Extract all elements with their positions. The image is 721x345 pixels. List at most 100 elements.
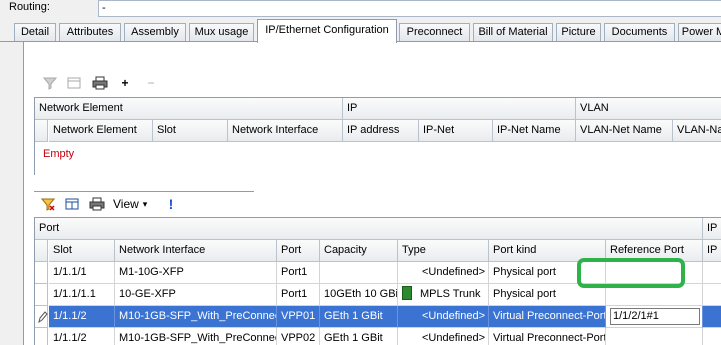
grid-group-header: Port IP [35, 218, 721, 240]
cell-reference-port[interactable] [606, 328, 703, 345]
printer-icon[interactable] [88, 195, 106, 213]
cell-capacity[interactable]: GEth 1 GBit [320, 306, 398, 328]
cell-network-interface[interactable]: M10-1GB-SFP_With_PreConnect [115, 306, 277, 328]
col-ip[interactable]: IP [703, 240, 721, 262]
table-row[interactable]: 1/1.1/1.1 10-GE-XFP Port1 10GEth 10 GBit… [35, 284, 721, 306]
cell-port[interactable]: Port1 [277, 284, 320, 306]
table-row-selected[interactable]: 1/1.1/2 M10-1GB-SFP_With_PreConnect VPP0… [35, 306, 721, 328]
grid-column-header: Network Element Slot Network Interface I… [35, 120, 721, 142]
col-slot[interactable]: Slot [153, 120, 228, 142]
col-ip-net-name[interactable]: IP-Net Name [493, 120, 576, 142]
cell-type[interactable]: <Undefined> [398, 306, 489, 328]
table-row[interactable]: 1/1.1/1 M1-10G-XFP Port1 <Undefined> Phy… [35, 262, 721, 284]
grid-group-header: Network Element IP VLAN [35, 98, 721, 120]
reference-port-editor[interactable]: 1/1/2/1#1 [610, 308, 700, 325]
col-slot[interactable]: Slot [49, 240, 115, 262]
pencil-icon [38, 311, 48, 324]
cell-type[interactable]: <Undefined> [398, 262, 489, 284]
cell-ip[interactable] [703, 262, 721, 284]
tab-picture[interactable]: Picture [556, 23, 601, 41]
group-vlan: VLAN [576, 98, 721, 120]
cell-network-interface[interactable]: M1-10G-XFP [115, 262, 277, 284]
cell-reference-port[interactable] [606, 284, 703, 306]
cell-capacity[interactable]: 10GEth 10 GBit [320, 284, 398, 306]
add-button[interactable]: + [118, 74, 132, 92]
upper-toolbar: + − [34, 71, 234, 95]
group-ip: IP [703, 218, 721, 240]
remove-button[interactable]: − [144, 74, 158, 92]
cell-slot[interactable]: 1/1.1/1.1 [49, 284, 115, 306]
tab-power-m[interactable]: Power M [678, 23, 721, 41]
cell-reference-port[interactable] [606, 262, 703, 284]
row-selector[interactable] [35, 262, 48, 284]
cell-port-kind[interactable]: Virtual Preconnect-Port [489, 306, 606, 328]
col-ip-address[interactable]: IP address [343, 120, 419, 142]
row-selector-header [35, 240, 48, 262]
group-port: Port [35, 218, 703, 240]
printer-icon[interactable] [91, 74, 109, 92]
tab-assembly[interactable]: Assembly [124, 23, 186, 41]
lower-toolbar: View ▾ ! [34, 191, 254, 215]
row-selector[interactable] [35, 328, 48, 345]
cell-port-kind[interactable]: Physical port [489, 284, 606, 306]
cell-network-interface[interactable]: 10-GE-XFP [115, 284, 277, 306]
row-selector[interactable] [35, 306, 48, 328]
cell-slot[interactable]: 1/1.1/1 [49, 262, 115, 284]
filter-icon[interactable] [42, 74, 58, 92]
cell-network-interface[interactable]: M10-1GB-SFP_With_PreConnect [115, 328, 277, 345]
empty-text: Empty [43, 148, 75, 160]
col-reference-port[interactable]: Reference Port [606, 240, 703, 262]
chevron-down-icon: ▾ [142, 198, 148, 209]
grid-column-header: Slot Network Interface Port Capacity Typ… [35, 240, 721, 262]
col-vlan-name[interactable]: VLAN-Nar [673, 120, 721, 142]
mpls-trunk-icon [402, 286, 412, 300]
routing-row: Routing: - [0, 0, 721, 18]
cell-ip[interactable] [703, 306, 721, 328]
cell-capacity[interactable]: GEth 1 GBit [320, 328, 398, 345]
row-selector-header [35, 120, 48, 142]
group-ip: IP [343, 98, 576, 120]
routing-field[interactable]: - [98, 0, 721, 17]
cell-ip[interactable] [703, 284, 721, 306]
tab-detail[interactable]: Detail [14, 23, 56, 41]
cell-type[interactable]: <Undefined> [398, 328, 489, 345]
col-port[interactable]: Port [277, 240, 320, 262]
table-row[interactable]: 1/1.1/2 M10-1GB-SFP_With_PreConnect VPP0… [35, 328, 721, 345]
cell-slot[interactable]: 1/1.1/2 [49, 306, 115, 328]
col-network-interface[interactable]: Network Interface [228, 120, 343, 142]
cell-port[interactable]: VPP01 [277, 306, 320, 328]
tab-preconnect[interactable]: Preconnect [399, 23, 470, 41]
col-network-interface[interactable]: Network Interface [115, 240, 277, 262]
columns-icon[interactable] [66, 74, 82, 92]
tab-attributes[interactable]: Attributes [59, 23, 121, 41]
cell-type-label: MPLS Trunk [420, 288, 481, 300]
row-selector[interactable] [35, 284, 48, 306]
col-port-kind[interactable]: Port kind [489, 240, 606, 262]
filter-icon[interactable] [40, 195, 56, 213]
view-menu-button[interactable]: View ▾ [113, 195, 161, 213]
tab-mux-usage[interactable]: Mux usage [189, 23, 254, 41]
cell-slot[interactable]: 1/1.1/2 [49, 328, 115, 345]
cell-port-kind[interactable]: Virtual Preconnect-Port [489, 328, 606, 345]
col-type[interactable]: Type [398, 240, 489, 262]
cell-type[interactable]: MPLS Trunk [398, 284, 489, 306]
cell-ip[interactable] [703, 328, 721, 345]
columns-icon[interactable] [64, 195, 80, 213]
cell-reference-port[interactable]: 1/1/2/1#1 [606, 306, 703, 328]
col-ip-net[interactable]: IP-Net [419, 120, 493, 142]
tab-ip-ethernet-configuration[interactable]: IP/Ethernet Configuration [257, 19, 397, 43]
col-vlan-net-name[interactable]: VLAN-Net Name [576, 120, 673, 142]
col-capacity[interactable]: Capacity [320, 240, 398, 262]
col-network-element[interactable]: Network Element [49, 120, 153, 142]
cell-port[interactable]: Port1 [277, 262, 320, 284]
cell-port-kind[interactable]: Physical port [489, 262, 606, 284]
tab-content-pane: + − Network Element IP VLAN Network Elem… [23, 42, 721, 345]
group-network-element: Network Element [35, 98, 343, 120]
tab-strip: Detail Attributes Assembly Mux usage IP/… [0, 18, 721, 43]
cell-port[interactable]: VPP02 [277, 328, 320, 345]
tab-bill-of-material[interactable]: Bill of Material [473, 23, 553, 41]
tab-documents[interactable]: Documents [604, 23, 675, 41]
view-label: View [113, 197, 139, 211]
cell-capacity[interactable] [320, 262, 398, 284]
alert-icon[interactable]: ! [165, 195, 177, 213]
